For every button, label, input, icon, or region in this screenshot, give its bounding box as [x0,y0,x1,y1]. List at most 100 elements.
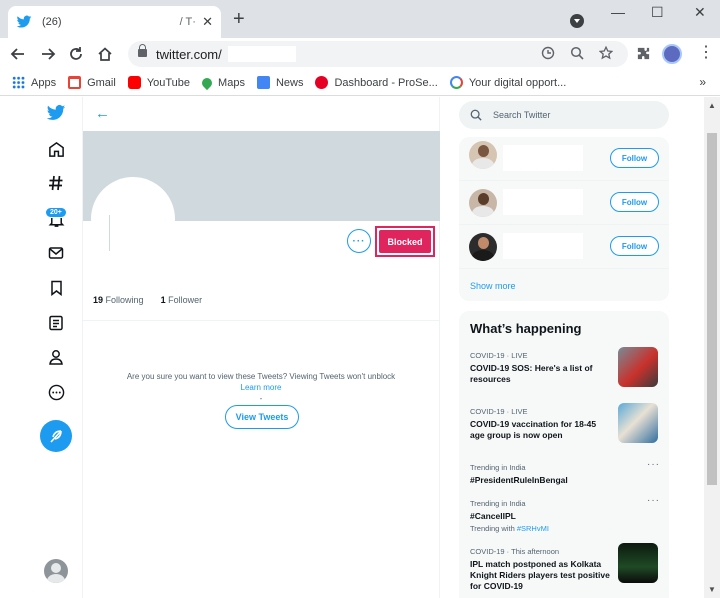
following-count[interactable]: 19 [93,295,103,305]
blocked-button[interactable]: Blocked [379,230,431,253]
forward-icon[interactable] [38,44,58,64]
follow-suggestion[interactable]: Follow [459,137,669,181]
reload-icon[interactable] [66,44,86,64]
trend-text[interactable]: COVID-19 vaccination for 18-45 age group… [470,419,610,441]
scroll-down-arrow-icon[interactable]: ▼ [708,585,716,594]
google-icon [449,76,463,89]
account-avatar[interactable] [44,559,68,583]
trend-text[interactable]: #CancelIPL [470,511,610,522]
maximize-button[interactable]: ☐ [651,4,664,20]
show-more-link[interactable]: Show more [470,281,516,291]
explore-hashtag-icon[interactable] [44,171,68,195]
minimize-button[interactable]: — [611,4,625,20]
chrome-menu-icon[interactable]: ⋮ [698,44,714,62]
trend-item[interactable]: COVID-19 · LIVE COVID-19 SOS: Here's a l… [459,347,669,403]
close-window-button[interactable]: ✕ [694,4,706,20]
bookmarks-nav-icon[interactable] [44,276,68,300]
bookmark-news[interactable]: News [256,76,303,89]
pinterest-icon [315,76,329,89]
lists-nav-icon[interactable] [44,311,68,335]
messages-envelope-icon[interactable] [44,241,68,265]
followers-label[interactable]: Follower [168,295,202,305]
tab-close-icon[interactable]: ✕ [202,14,213,30]
trend-item[interactable]: COVID-19 · LIVE COVID-19 vaccination for… [459,403,669,459]
lock-icon[interactable] [138,44,147,57]
tab-title: (26) [42,16,62,28]
learn-more-link[interactable]: Learn more [101,382,421,393]
new-tab-button[interactable]: + [233,9,245,29]
feather-quill-icon [50,430,62,443]
followers-count[interactable]: 1 [161,295,166,305]
blocked-warning-text: Are you sure you want to view these Twee… [126,372,396,381]
view-tweets-button[interactable]: View Tweets [225,405,299,429]
scroll-thumb[interactable] [707,133,717,485]
browser-tab-strip: (26) / T· ✕ + — ☐ ✕ [0,0,720,38]
url-text[interactable]: twitter.com/ [156,47,222,62]
trend-meta: Trending in India [470,463,526,472]
bookmark-star-icon[interactable] [598,45,614,63]
apps-grid-icon [12,76,25,89]
profile-nav-icon[interactable] [44,345,68,369]
trend-thumbnail[interactable] [618,347,658,387]
trend-text[interactable]: COVID-19 SOS: Here's a list of resources [470,363,610,385]
suggestion-avatar[interactable] [469,189,497,217]
bookmark-maps[interactable]: Maps [199,75,245,90]
suggestion-avatar[interactable] [469,233,497,261]
following-label[interactable]: Following [106,295,144,305]
trend-item[interactable]: Trending in India #CancelIPL Trending wi… [459,495,669,545]
trend-text[interactable]: IPL match postponed as Kolkata Knight Ri… [470,559,610,592]
more-nav-icon[interactable] [44,380,68,404]
youtube-icon [127,76,141,89]
profile-stats: 19 Following 1 Follower [93,295,202,305]
trend-thumbnail[interactable] [618,543,658,583]
news-icon [256,76,270,89]
profile-avatar[interactable] [91,177,175,261]
back-arrow-icon[interactable]: ← [95,105,110,122]
follow-suggestion[interactable]: Follow [459,225,669,269]
bookmark-youtube[interactable]: YouTube [127,76,190,89]
bookmarks-bar: Apps Gmail YouTube Maps News Dashboard -… [0,70,720,96]
follow-button[interactable]: Follow [610,192,659,212]
trend-meta: COVID-19 · LIVE [470,407,528,416]
trend-more-icon[interactable]: ··· [647,459,660,470]
follow-suggestion[interactable]: Follow [459,181,669,225]
trend-extra: Trending with #SRHvMI [470,524,549,533]
trend-meta: Trending in India [470,499,526,508]
search-twitter-input[interactable]: Search Twitter [459,101,669,129]
gmail-icon [68,76,82,89]
bookmark-gmail[interactable]: Gmail [68,76,116,89]
bookmarks-overflow-icon[interactable]: » [699,75,706,89]
trend-more-icon[interactable]: ··· [647,495,660,506]
trend-item[interactable]: Trending in India #PresidentRuleInBengal… [459,459,669,499]
profile-more-button[interactable]: ··· [347,229,371,253]
chrome-user-avatar[interactable] [662,44,682,64]
page-scrollbar[interactable]: ▲ ▼ [704,97,720,598]
trending-with-tag[interactable]: #SRHvMI [517,524,549,533]
scroll-up-arrow-icon[interactable]: ▲ [708,101,716,110]
redacted-name [503,189,583,215]
extensions-puzzle-icon[interactable] [636,46,651,64]
follow-button[interactable]: Follow [610,236,659,256]
bookmark-digital[interactable]: Your digital opport... [449,76,566,89]
suggestion-avatar[interactable] [469,141,497,169]
trending-with-label: Trending with [470,524,515,533]
notifications-count-badge: 20+ [45,207,67,218]
home-nav-icon[interactable] [44,137,68,161]
browser-tab[interactable]: (26) / T· ✕ [8,6,221,38]
chrome-profile-icon[interactable] [570,14,584,28]
trend-item[interactable]: COVID-19 · This afternoon IPL match post… [459,543,669,598]
bookmark-dashboard[interactable]: Dashboard - ProSe... [315,76,438,89]
warning-dash: - [259,394,263,403]
compose-tweet-button[interactable] [40,420,72,452]
twitter-logo-icon[interactable] [44,101,68,125]
trend-thumbnail[interactable] [618,403,658,443]
follow-button[interactable]: Follow [610,148,659,168]
bookmark-apps[interactable]: Apps [12,76,56,89]
tab-title-suffix: / T· [179,16,196,28]
zoom-icon[interactable] [570,46,584,63]
home-icon[interactable] [95,44,115,64]
reader-mode-icon[interactable] [541,46,555,63]
address-bar[interactable]: twitter.com/ [128,41,628,67]
back-icon[interactable] [8,44,28,64]
trend-text[interactable]: #PresidentRuleInBengal [470,475,610,486]
